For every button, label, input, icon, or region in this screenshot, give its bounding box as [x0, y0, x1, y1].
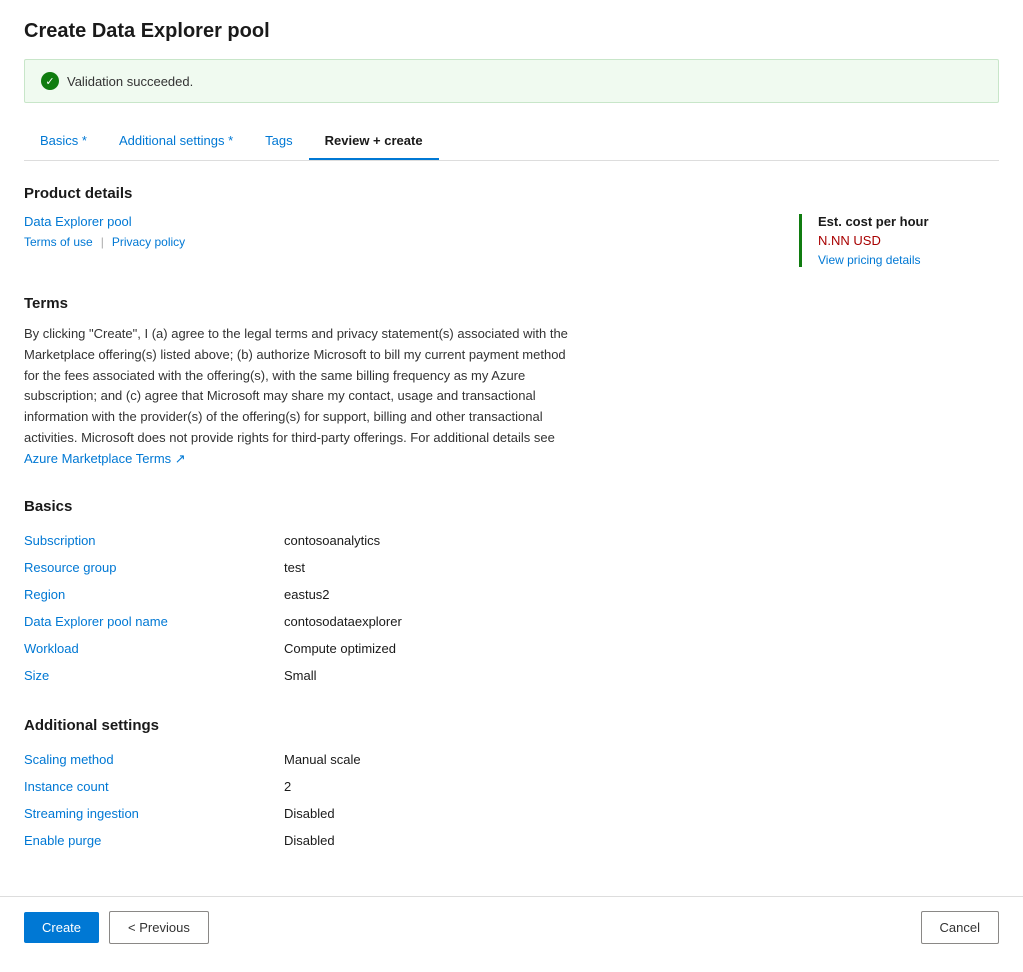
- product-details-grid: Data Explorer pool Terms of use | Privac…: [24, 214, 999, 267]
- tab-tags[interactable]: Tags: [249, 123, 308, 160]
- terms-of-use-link[interactable]: Terms of use: [24, 235, 93, 249]
- table-row: Size Small: [24, 662, 999, 689]
- detail-value: contosodataexplorer: [284, 614, 402, 629]
- additional-settings-section: Additional settings Scaling method Manua…: [24, 717, 999, 854]
- detail-label: Enable purge: [24, 833, 284, 848]
- validation-message: Validation succeeded.: [67, 74, 193, 89]
- basics-rows: Subscription contosoanalytics Resource g…: [24, 527, 999, 689]
- footer-bar: Create < Previous Cancel: [0, 896, 1023, 958]
- additional-settings-rows: Scaling method Manual scale Instance cou…: [24, 746, 999, 854]
- detail-label: Streaming ingestion: [24, 806, 284, 821]
- tab-review-create[interactable]: Review + create: [309, 123, 439, 160]
- terms-section: Terms By clicking "Create", I (a) agree …: [24, 295, 999, 470]
- detail-value: eastus2: [284, 587, 330, 602]
- detail-label: Scaling method: [24, 752, 284, 767]
- tab-bar: Basics * Additional settings * Tags Revi…: [24, 123, 999, 161]
- detail-label: Size: [24, 668, 284, 683]
- links-separator: |: [101, 235, 104, 249]
- previous-button[interactable]: < Previous: [109, 911, 209, 944]
- detail-value: test: [284, 560, 305, 575]
- terms-text: By clicking "Create", I (a) agree to the…: [24, 324, 584, 470]
- table-row: Subscription contosoanalytics: [24, 527, 999, 554]
- basics-title: Basics: [24, 498, 999, 515]
- page-wrapper: Create Data Explorer pool ✓ Validation s…: [0, 0, 1023, 972]
- detail-value: Disabled: [284, 806, 335, 821]
- detail-label: Instance count: [24, 779, 284, 794]
- view-pricing-link[interactable]: View pricing details: [818, 253, 921, 267]
- table-row: Instance count 2: [24, 773, 999, 800]
- detail-label: Workload: [24, 641, 284, 656]
- table-row: Resource group test: [24, 554, 999, 581]
- main-content: Create Data Explorer pool ✓ Validation s…: [0, 0, 1023, 972]
- detail-value: Disabled: [284, 833, 335, 848]
- product-col: Data Explorer pool Terms of use | Privac…: [24, 214, 799, 267]
- terms-title: Terms: [24, 295, 999, 312]
- detail-value: 2: [284, 779, 291, 794]
- content-body: Create Data Explorer pool ✓ Validation s…: [24, 20, 999, 952]
- tab-basics[interactable]: Basics *: [24, 123, 103, 160]
- product-details-title: Product details: [24, 185, 999, 202]
- tab-additional-settings-asterisk: *: [228, 133, 233, 148]
- table-row: Data Explorer pool name contosodataexplo…: [24, 608, 999, 635]
- validation-banner: ✓ Validation succeeded.: [24, 59, 999, 103]
- cancel-button[interactable]: Cancel: [921, 911, 999, 944]
- tab-additional-settings[interactable]: Additional settings *: [103, 123, 249, 160]
- additional-settings-title: Additional settings: [24, 717, 999, 734]
- table-row: Workload Compute optimized: [24, 635, 999, 662]
- product-name: Data Explorer pool: [24, 214, 799, 229]
- footer-left: Create < Previous: [24, 911, 209, 944]
- detail-value: Manual scale: [284, 752, 361, 767]
- create-button[interactable]: Create: [24, 912, 99, 943]
- product-details-section: Product details Data Explorer pool Terms…: [24, 185, 999, 267]
- basics-section: Basics Subscription contosoanalytics Res…: [24, 498, 999, 689]
- detail-value: contosoanalytics: [284, 533, 380, 548]
- cost-col: Est. cost per hour N.NN USD View pricing…: [799, 214, 999, 267]
- cost-value: N.NN USD: [818, 233, 999, 248]
- detail-value: Compute optimized: [284, 641, 396, 656]
- validation-success-icon: ✓: [41, 72, 59, 90]
- detail-label: Region: [24, 587, 284, 602]
- cost-label: Est. cost per hour: [818, 214, 999, 229]
- product-links: Terms of use | Privacy policy: [24, 235, 799, 249]
- terms-text-before-link: By clicking "Create", I (a) agree to the…: [24, 326, 568, 445]
- tab-basics-asterisk: *: [82, 133, 87, 148]
- detail-label: Resource group: [24, 560, 284, 575]
- table-row: Region eastus2: [24, 581, 999, 608]
- detail-label: Data Explorer pool name: [24, 614, 284, 629]
- azure-marketplace-terms-link[interactable]: Azure Marketplace Terms ↗: [24, 451, 186, 466]
- privacy-policy-link[interactable]: Privacy policy: [112, 235, 185, 249]
- detail-label: Subscription: [24, 533, 284, 548]
- table-row: Streaming ingestion Disabled: [24, 800, 999, 827]
- table-row: Enable purge Disabled: [24, 827, 999, 854]
- table-row: Scaling method Manual scale: [24, 746, 999, 773]
- detail-value: Small: [284, 668, 317, 683]
- page-title: Create Data Explorer pool: [24, 20, 999, 43]
